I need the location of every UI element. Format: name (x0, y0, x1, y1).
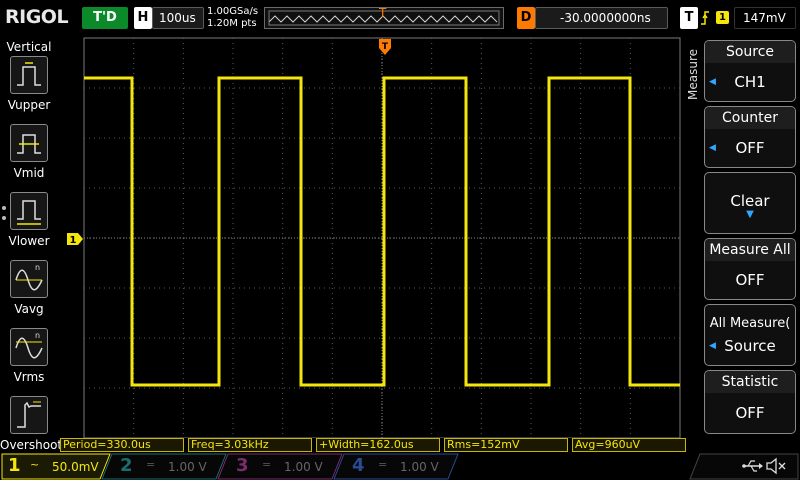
ch2-scale: 1.00 V (168, 460, 207, 474)
menu-source-button[interactable]: Source ◀ CH1 (704, 40, 796, 102)
meas-average[interactable]: Avg=960uV (572, 438, 686, 452)
left-page-dot (2, 216, 6, 220)
trigger-label: T (680, 7, 698, 29)
vmid-label: Vmid (13, 166, 45, 180)
trigger-position-icon[interactable]: T (379, 6, 386, 20)
delay-value: -30.0000000ns (560, 11, 651, 25)
usb-icon (742, 460, 763, 472)
measure-vavg-item[interactable]: n Vavg (0, 260, 58, 326)
vrms-label: Vrms (13, 370, 45, 384)
menu-measure-all-button[interactable]: Measure All OFF (704, 238, 796, 300)
vupper-icon (10, 56, 48, 94)
trigger-source-badge: 1 (716, 11, 729, 24)
trigger-status-badge[interactable]: T'D (82, 7, 128, 29)
meas-positive-width[interactable]: +Width=162.0us (316, 438, 440, 452)
left-arrow-icon: ◀ (709, 143, 716, 153)
menu-all-measure-title: All Measure( (709, 316, 791, 331)
delay-label: D (517, 7, 535, 29)
ch3-scale: 1.00 V (284, 460, 323, 474)
menu-all-measure-source-button[interactable]: All Measure( ◀ Source (704, 304, 796, 366)
channel-3-tab[interactable]: 3 = 1.00 V (228, 454, 342, 478)
brand-logo: RIGOL (5, 6, 69, 28)
down-arrow-icon: ▼ (746, 209, 754, 220)
menu-measure-all-value: OFF (735, 271, 765, 289)
meas-frequency[interactable]: Freq=3.03kHz (188, 438, 312, 452)
vavg-icon: n (10, 260, 48, 298)
menu-counter-value: OFF (735, 139, 765, 157)
panel-title: Vertical (6, 40, 52, 54)
menu-statistic-value: OFF (735, 404, 765, 422)
trigger-position-marker-icon[interactable]: T (378, 38, 392, 56)
horizontal-scale-value: 100us (159, 11, 196, 25)
channel-2-tab[interactable]: 2 = 1.00 V (112, 454, 226, 478)
menu-source-value: CH1 (734, 73, 766, 91)
vertical-measure-panel: Vertical Vupper Vmid Vlower n Vavg n Vrm… (0, 36, 63, 452)
horizontal-label: H (134, 7, 152, 29)
measure-vlower-item[interactable]: Vlower (0, 192, 58, 258)
menu-counter-button[interactable]: Counter ◀ OFF (704, 106, 796, 168)
svg-text:n: n (35, 263, 40, 272)
vrms-icon: n (10, 328, 48, 366)
dc-coupling-icon: = (262, 458, 272, 471)
ch4-scale: 1.00 V (400, 460, 439, 474)
vmid-icon (10, 124, 48, 162)
channel-4-tab[interactable]: 4 = 1.00 V (344, 454, 458, 478)
measure-vmid-item[interactable]: Vmid (0, 124, 58, 190)
vlower-icon (10, 192, 48, 230)
left-page-dot (2, 206, 6, 210)
channel-status-bar: 1 ~ 50.0mV 2 = 1.00 V 3 = 1.00 V 4 = 1.0… (0, 452, 800, 480)
dc-coupling-icon: = (146, 458, 156, 471)
svg-text:1: 1 (70, 235, 77, 246)
sampling-info: 1.00GSa/s 1.20M pts (207, 6, 258, 30)
meas-period[interactable]: Period=330.0us (60, 438, 184, 452)
overshoot-icon (10, 396, 48, 434)
speaker-muted-icon[interactable] (766, 457, 786, 475)
menu-clear-button[interactable]: Clear ▼ (704, 172, 796, 234)
measure-vrms-item[interactable]: n Vrms (0, 328, 58, 394)
svg-text:n: n (35, 331, 40, 340)
ch4-number: 4 (352, 455, 365, 476)
ch3-number: 3 (236, 455, 249, 476)
waveform-display[interactable] (58, 36, 704, 438)
menu-source-title: Source (705, 41, 795, 63)
measure-vupper-item[interactable]: Vupper (0, 56, 58, 122)
channel-1-tab[interactable]: 1 ~ 50.0mV (0, 454, 110, 478)
menu-counter-title: Counter (705, 107, 795, 129)
vupper-label: Vupper (7, 98, 51, 112)
left-arrow-icon: ◀ (709, 77, 716, 87)
rising-edge-icon (701, 11, 709, 25)
memory-depth: 1.20M pts (207, 18, 257, 29)
ch1-scale: 50.0mV (52, 460, 99, 474)
menu-clear-title: Clear (730, 192, 770, 210)
left-arrow-icon: ◀ (709, 341, 716, 351)
menu-side-title: Measure (686, 49, 700, 101)
top-status-bar: RIGOL T'D H 100us 1.00GSa/s 1.20M pts T … (0, 0, 800, 36)
menu-measure-all-title: Measure All (705, 239, 795, 261)
ac-coupling-icon: ~ (30, 458, 40, 471)
sample-rate: 1.00GSa/s (207, 6, 259, 17)
vlower-label: Vlower (8, 234, 50, 248)
measurement-results-bar: Period=330.0us Freq=3.03kHz +Width=162.0… (58, 438, 686, 452)
menu-all-measure-value: Source (724, 337, 776, 355)
overshoot-label: Overshoot (0, 438, 63, 452)
ch1-ground-marker-icon[interactable]: 1 (66, 232, 84, 246)
dc-coupling-icon: = (378, 458, 388, 471)
ch2-number: 2 (120, 455, 133, 476)
meas-rms[interactable]: Rms=152mV (444, 438, 568, 452)
trigger-level-value: 147mV (743, 11, 786, 25)
graticule (83, 37, 681, 438)
menu-statistic-title: Statistic (705, 371, 795, 393)
vavg-label: Vavg (14, 302, 44, 316)
ch1-number: 1 (8, 455, 21, 476)
menu-statistic-button[interactable]: Statistic OFF (704, 370, 796, 434)
svg-text:T: T (382, 42, 389, 52)
